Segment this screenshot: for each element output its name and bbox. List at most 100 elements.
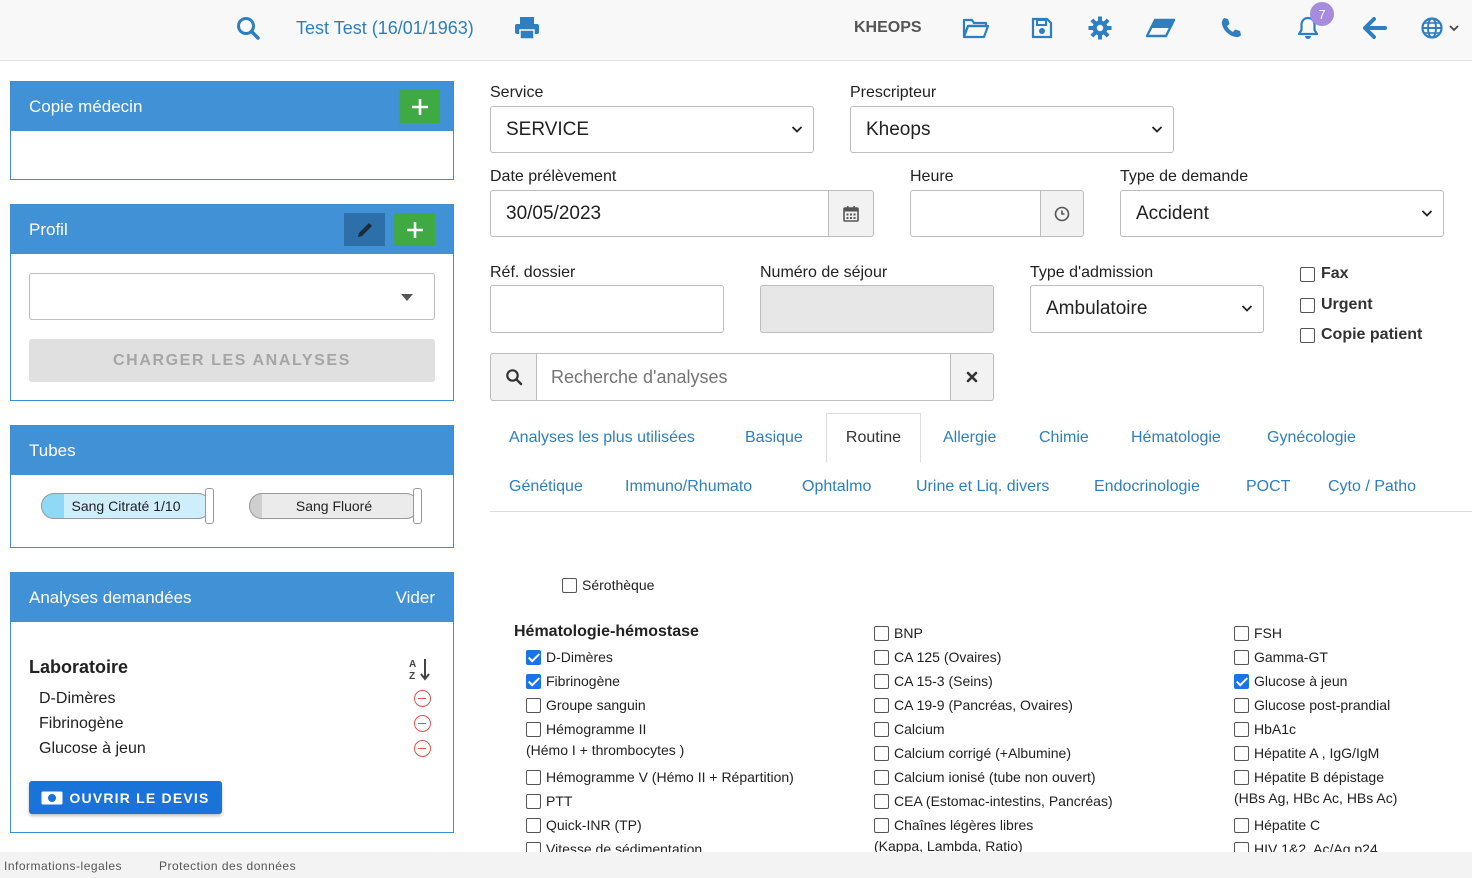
checkbox[interactable] — [874, 793, 889, 809]
prescripteur-select[interactable]: Kheops — [850, 106, 1174, 153]
analysis-checkbox[interactable]: PTT — [526, 793, 572, 809]
analysis-checkbox[interactable]: CEA (Estomac-intestins, Pancréas) — [874, 793, 1113, 809]
analysis-checkbox[interactable]: Calcium — [874, 721, 945, 737]
remove-icon[interactable] — [414, 690, 431, 707]
tab-poct[interactable]: POCT — [1246, 478, 1290, 496]
phone-icon[interactable] — [1218, 0, 1244, 56]
ref-dossier-input[interactable] — [490, 285, 724, 333]
analysis-checkbox[interactable]: Quick-INR (TP) — [526, 817, 642, 833]
analysis-checkbox[interactable]: HbA1c — [1234, 721, 1296, 737]
legal-link[interactable]: Informations-legales — [4, 859, 122, 873]
patient-name[interactable]: Test Test (16/01/1963) — [296, 0, 474, 56]
tab-genetique[interactable]: Génétique — [509, 478, 583, 496]
checkbox[interactable] — [1234, 697, 1249, 713]
checkbox[interactable] — [1234, 769, 1249, 785]
search-icon[interactable] — [234, 0, 262, 56]
service-select[interactable]: SERVICE — [490, 106, 814, 153]
analysis-checkbox[interactable]: CA 125 (Ovaires) — [874, 649, 1001, 665]
date-input[interactable]: 30/05/2023 — [490, 190, 830, 237]
analysis-checkbox[interactable]: Calcium corrigé (+Albumine) — [874, 745, 1071, 761]
tube-sang-fluore[interactable]: Sang Fluoré — [249, 493, 419, 519]
gear-icon[interactable] — [1088, 0, 1112, 56]
clear-search-button[interactable] — [950, 353, 994, 401]
open-quote-button[interactable]: OUVRIR LE DEVIS — [29, 781, 222, 814]
checkbox[interactable] — [874, 817, 889, 833]
checkbox[interactable] — [526, 697, 541, 713]
clock-button[interactable] — [1040, 190, 1084, 237]
checkbox[interactable] — [874, 625, 889, 641]
checkbox[interactable] — [526, 673, 541, 689]
privacy-link[interactable]: Protection des données — [159, 859, 296, 873]
analysis-checkbox[interactable]: Fibrinogène — [526, 673, 620, 689]
tab-cyto-patho[interactable]: Cyto / Patho — [1328, 478, 1416, 496]
checkbox[interactable] — [1234, 649, 1249, 665]
add-profil-button[interactable] — [394, 213, 435, 246]
checkbox[interactable] — [1300, 266, 1315, 282]
checkbox[interactable] — [526, 721, 541, 737]
checkbox[interactable] — [526, 769, 541, 785]
analysis-checkbox[interactable]: BNP — [874, 625, 923, 641]
checkbox[interactable] — [874, 721, 889, 737]
analysis-checkbox[interactable]: Hépatite B dépistage — [1234, 769, 1384, 785]
tab-hematologie[interactable]: Hématologie — [1131, 429, 1221, 447]
tab-chimie[interactable]: Chimie — [1039, 429, 1089, 447]
analysis-checkbox[interactable]: Hémogramme V (Hémo II + Répartition) — [526, 769, 794, 785]
analysis-checkbox[interactable]: Gamma-GT — [1234, 649, 1328, 665]
urgent-checkbox[interactable]: Urgent — [1300, 296, 1373, 314]
fax-checkbox[interactable]: Fax — [1300, 265, 1349, 283]
checkbox[interactable] — [1300, 327, 1315, 343]
caret-down-icon[interactable] — [1448, 0, 1460, 56]
tab-ophtalmo[interactable]: Ophtalmo — [802, 478, 871, 496]
checkbox[interactable] — [1234, 817, 1249, 833]
analysis-checkbox[interactable]: CA 19-9 (Pancréas, Ovaires) — [874, 697, 1073, 713]
analysis-checkbox[interactable]: Glucose à jeun — [1234, 673, 1347, 689]
analysis-checkbox[interactable]: FSH — [1234, 625, 1282, 641]
type-admission-select[interactable]: Ambulatoire — [1030, 285, 1264, 333]
calendar-button[interactable] — [828, 190, 874, 237]
analysis-checkbox[interactable]: D-Dimères — [526, 649, 613, 665]
checkbox[interactable] — [874, 769, 889, 785]
tab-plus-utilisees[interactable]: Analyses les plus utilisées — [509, 429, 695, 447]
analysis-checkbox[interactable]: Calcium ionisé (tube non ouvert) — [874, 769, 1096, 785]
analysis-checkbox[interactable]: Chaînes légères libres — [874, 817, 1033, 833]
tab-urine[interactable]: Urine et Liq. divers — [916, 478, 1049, 496]
checkbox[interactable] — [874, 673, 889, 689]
checkbox[interactable] — [874, 697, 889, 713]
analysis-checkbox[interactable]: Hémogramme II — [526, 721, 646, 737]
checkbox[interactable] — [1234, 721, 1249, 737]
checkbox[interactable] — [1234, 673, 1249, 689]
remove-icon[interactable] — [414, 740, 431, 757]
edit-profil-button[interactable] — [344, 213, 385, 246]
load-analyses-button[interactable]: CHARGER LES ANALYSES — [29, 339, 435, 382]
tab-immuno-rhumato[interactable]: Immuno/Rhumato — [625, 478, 752, 496]
profil-select[interactable] — [29, 273, 435, 320]
analyses-search-input[interactable] — [536, 353, 952, 401]
analysis-checkbox[interactable]: Glucose post-prandial — [1234, 697, 1390, 713]
tab-allergie[interactable]: Allergie — [943, 429, 996, 447]
tab-gynecologie[interactable]: Gynécologie — [1267, 429, 1356, 447]
serotheque-checkbox[interactable]: Sérothèque — [562, 577, 654, 593]
sort-alpha-icon[interactable]: AZ — [409, 657, 431, 686]
heure-input[interactable] — [910, 190, 1042, 237]
checkbox[interactable] — [1234, 745, 1249, 761]
analysis-checkbox[interactable]: CA 15-3 (Seins) — [874, 673, 993, 689]
arrow-left-icon[interactable] — [1362, 0, 1388, 56]
checkbox[interactable] — [874, 745, 889, 761]
tab-basique[interactable]: Basique — [745, 429, 803, 447]
folder-open-icon[interactable] — [962, 0, 990, 56]
checkbox[interactable] — [526, 793, 541, 809]
globe-icon[interactable] — [1420, 0, 1444, 56]
checkbox[interactable] — [1234, 625, 1249, 641]
analysis-checkbox[interactable]: Hépatite C — [1234, 817, 1320, 833]
print-icon[interactable] — [513, 0, 541, 56]
tab-routine[interactable]: Routine — [826, 413, 921, 463]
tube-sang-citrate[interactable]: Sang Citraté 1/10 — [41, 493, 211, 519]
save-icon[interactable] — [1030, 0, 1054, 56]
checkbox[interactable] — [874, 649, 889, 665]
eraser-icon[interactable] — [1146, 0, 1176, 56]
checkbox[interactable] — [526, 649, 541, 665]
checkbox[interactable] — [1300, 297, 1315, 313]
checkbox[interactable] — [526, 817, 541, 833]
analysis-checkbox[interactable]: Hépatite A , IgG/IgM — [1234, 745, 1379, 761]
clear-analyses-link[interactable]: Vider — [396, 588, 435, 608]
